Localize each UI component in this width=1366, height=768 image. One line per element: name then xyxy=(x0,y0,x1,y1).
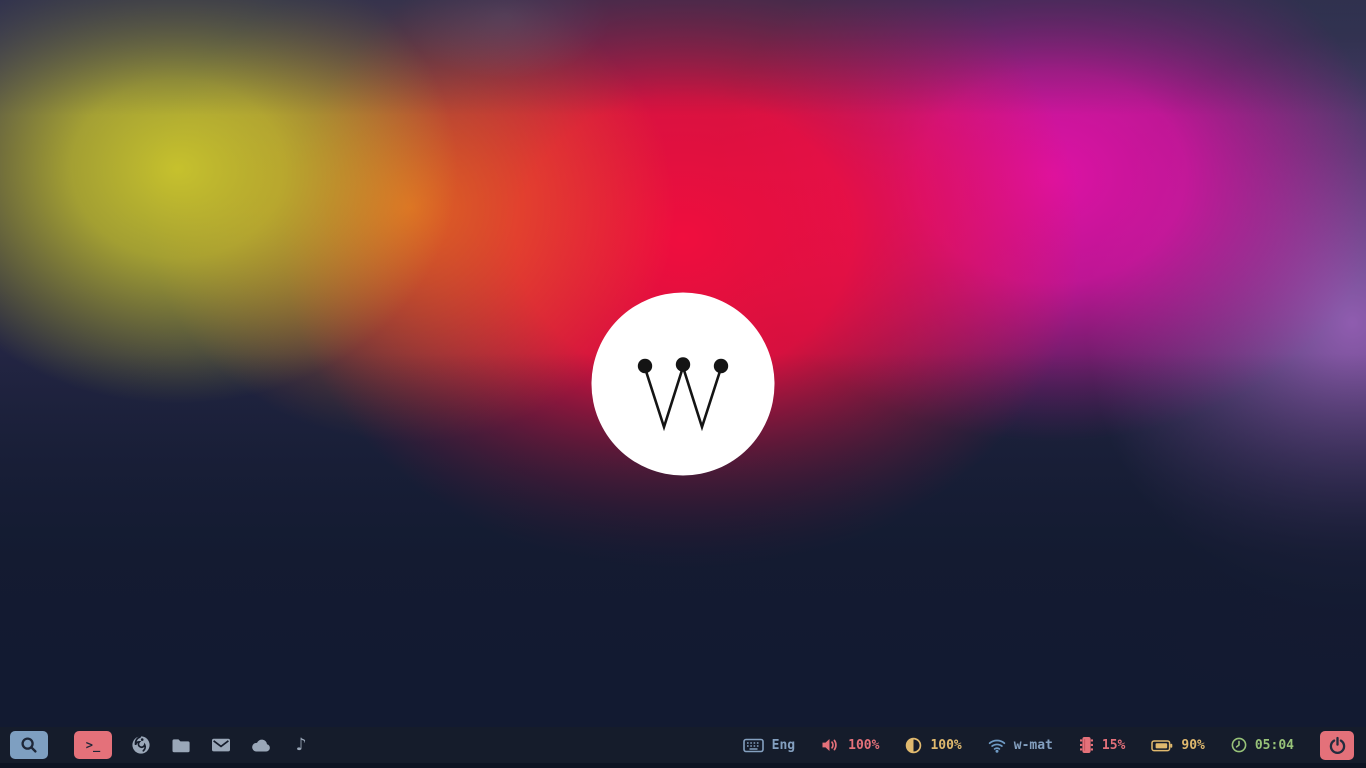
launcher-music[interactable]: ♪ xyxy=(290,733,312,757)
clock-indicator[interactable]: 05:04 xyxy=(1231,737,1294,753)
language-label: Eng xyxy=(772,738,795,753)
battery-indicator[interactable]: 90% xyxy=(1151,737,1204,754)
folder-icon xyxy=(171,737,191,754)
wifi-ssid: w-mat xyxy=(1014,738,1053,753)
volume-value: 100% xyxy=(848,738,879,753)
launcher-mail[interactable] xyxy=(210,733,232,757)
launcher-browser[interactable] xyxy=(130,733,152,757)
envelope-icon xyxy=(211,737,231,753)
contrast-icon xyxy=(905,737,922,754)
cloud-icon xyxy=(250,737,272,753)
terminal-prompt-icon: >_ xyxy=(86,738,100,752)
music-note-icon: ♪ xyxy=(296,737,307,754)
launcher-cloud[interactable] xyxy=(250,733,272,757)
clock-icon xyxy=(1231,737,1247,753)
battery-value: 90% xyxy=(1181,738,1204,753)
launcher-files[interactable] xyxy=(170,733,192,757)
memory-chip-icon xyxy=(1079,736,1094,754)
speaker-icon xyxy=(821,737,840,753)
memory-value: 15% xyxy=(1102,738,1125,753)
taskbar-left-group: >_ xyxy=(0,731,312,759)
brightness-indicator[interactable]: 100% xyxy=(905,737,961,754)
firefox-icon xyxy=(131,735,151,755)
power-icon xyxy=(1328,736,1347,755)
taskbar: >_ xyxy=(0,727,1366,768)
w-logo-icon xyxy=(591,292,775,476)
search-button[interactable] xyxy=(10,731,48,759)
memory-indicator[interactable]: 15% xyxy=(1079,736,1125,754)
volume-indicator[interactable]: 100% xyxy=(821,737,879,753)
search-icon xyxy=(20,736,38,754)
battery-icon xyxy=(1151,737,1173,754)
terminal-button[interactable]: >_ xyxy=(74,731,112,759)
clock-time: 05:04 xyxy=(1255,738,1294,753)
keyboard-icon xyxy=(743,738,764,753)
taskbar-right-group: Eng 100% 100% xyxy=(743,731,1366,760)
power-button[interactable] xyxy=(1320,731,1354,760)
wifi-indicator[interactable]: w-mat xyxy=(988,738,1053,753)
language-indicator[interactable]: Eng xyxy=(743,738,795,753)
wifi-icon xyxy=(988,738,1006,753)
brightness-value: 100% xyxy=(930,738,961,753)
desktop-logo xyxy=(591,292,775,476)
